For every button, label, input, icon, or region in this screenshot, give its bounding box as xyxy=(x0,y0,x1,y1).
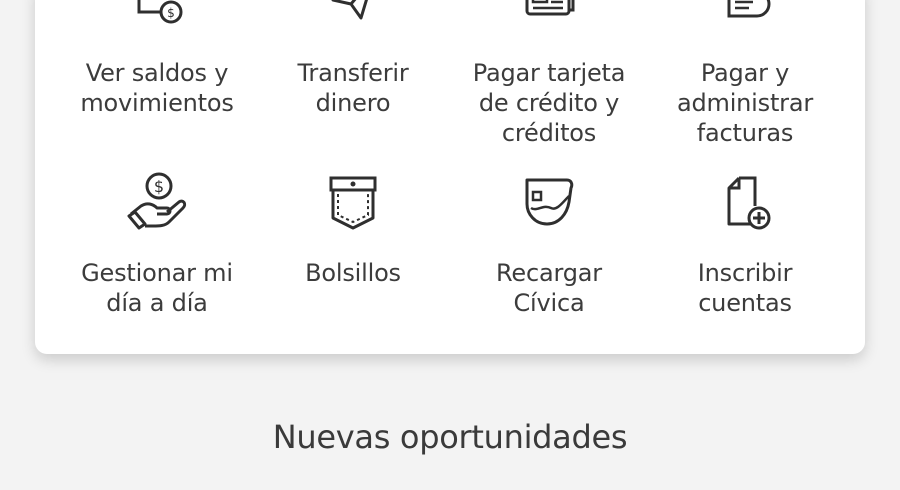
tile-label: Gestionar mi día a día xyxy=(81,259,233,317)
document-money-icon: $ xyxy=(137,0,183,24)
paper-plane-icon xyxy=(331,0,368,20)
invoice-icon xyxy=(727,0,771,18)
tile-label: Ver saldos y movimientos xyxy=(80,59,234,117)
page: $ Ver saldos y movimientos Transferir di… xyxy=(0,0,900,490)
civica-card-icon xyxy=(525,178,574,226)
tile-label: Recargar Cívica xyxy=(496,259,602,317)
tile-label: Inscribir cuentas xyxy=(697,259,793,317)
pocket-icon xyxy=(329,176,377,230)
quick-actions-card: $ Ver saldos y movimientos Transferir di… xyxy=(35,0,865,354)
new-opportunities-heading: Nuevas oportunidades xyxy=(272,418,628,456)
credit-card-icon xyxy=(525,0,575,16)
tile-label: Transferir dinero xyxy=(297,59,409,117)
tile-label: Pagar y administrar facturas xyxy=(676,59,814,147)
hand-coin-icon: $ xyxy=(127,172,187,230)
add-document-icon xyxy=(727,176,771,230)
tile-label: Pagar tarjeta de crédito y créditos xyxy=(472,59,626,147)
svg-text:$: $ xyxy=(167,6,175,20)
svg-text:$: $ xyxy=(154,177,164,196)
tile-label: Bolsillos xyxy=(305,259,401,287)
